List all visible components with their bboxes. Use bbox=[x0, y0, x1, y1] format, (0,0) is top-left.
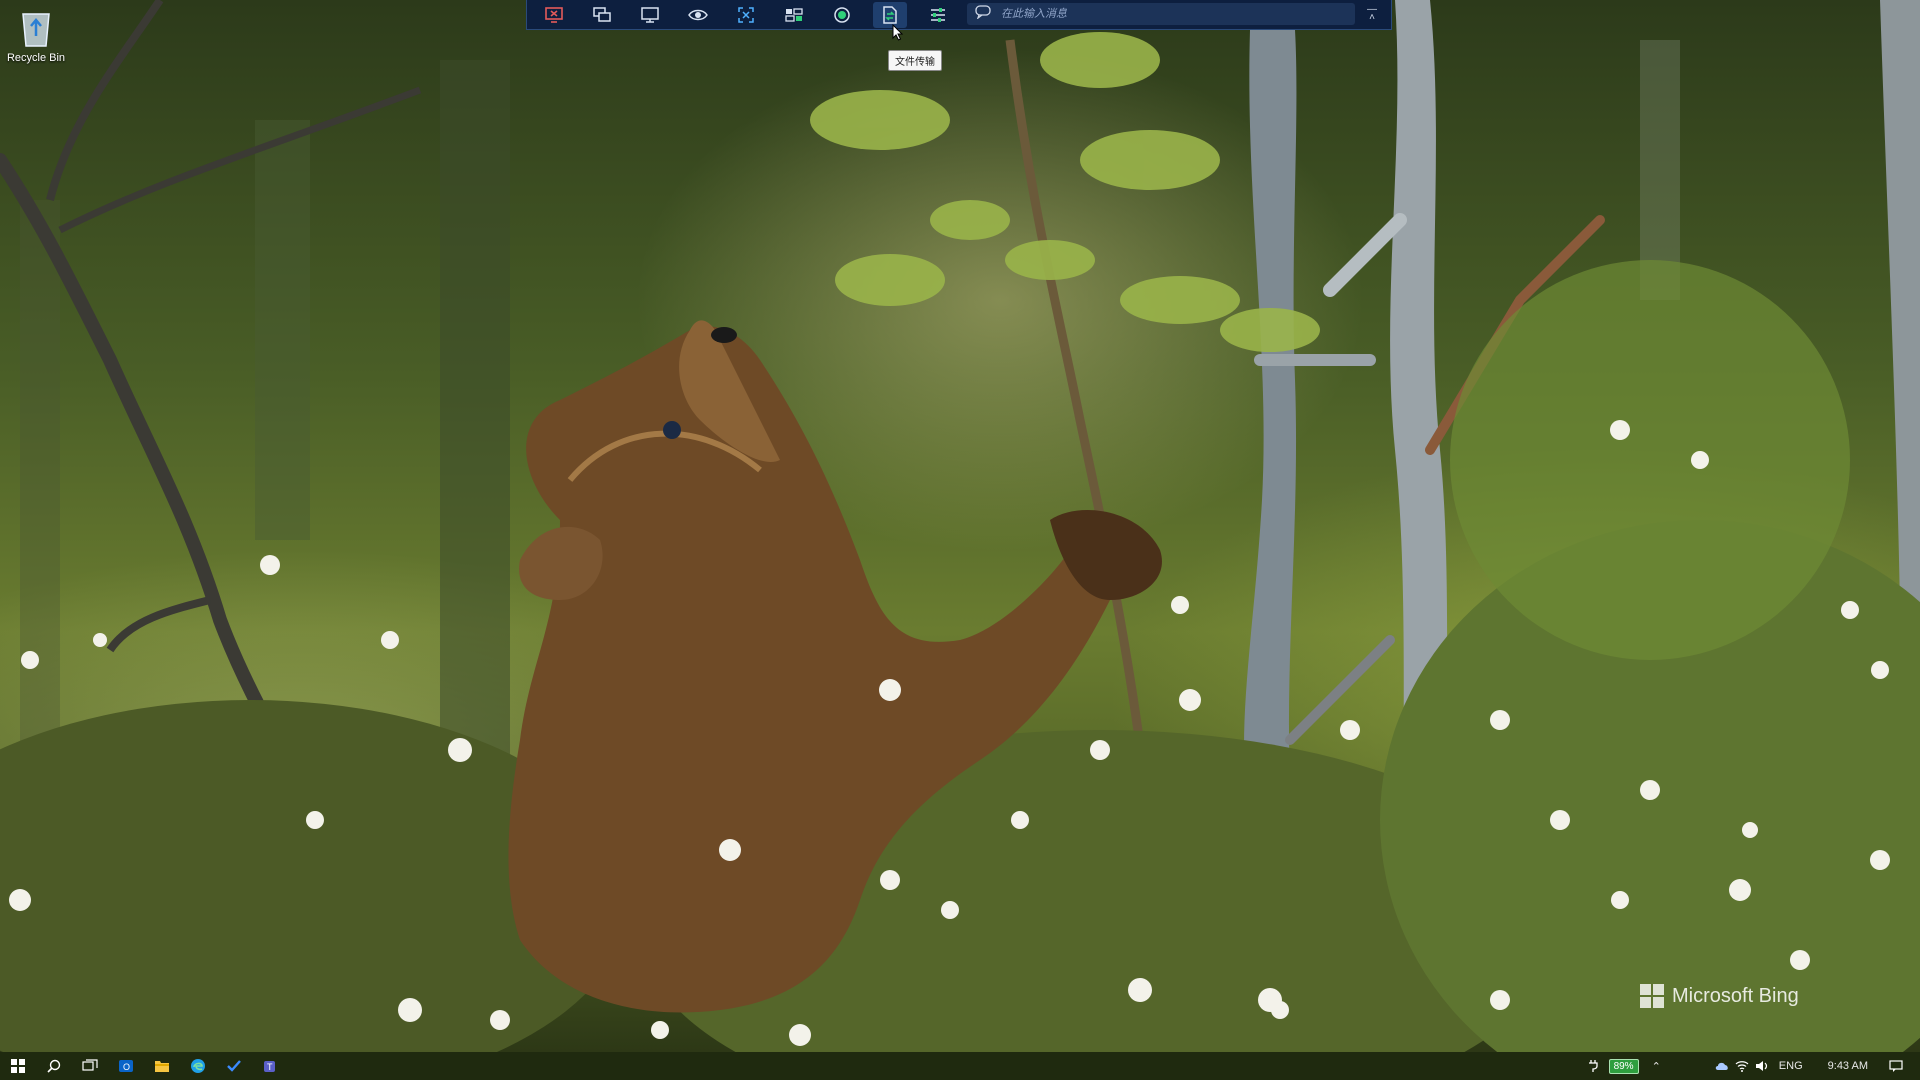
file-explorer-icon[interactable] bbox=[144, 1052, 180, 1080]
microsoft-logo-icon bbox=[1640, 984, 1664, 1008]
svg-text:T: T bbox=[267, 1062, 273, 1072]
view-mode-icon[interactable] bbox=[681, 2, 715, 28]
show-hidden-icons-icon[interactable]: ⌃ bbox=[1645, 1060, 1668, 1073]
recycle-bin-icon bbox=[19, 8, 53, 48]
desktop-wallpaper bbox=[0, 0, 1920, 1052]
fit-screen-icon[interactable] bbox=[729, 2, 763, 28]
system-tray: 89% ⌃ ENG 9:43 AM bbox=[1583, 1052, 1920, 1080]
message-input-box[interactable] bbox=[967, 3, 1355, 25]
keyboard-actions-icon[interactable] bbox=[777, 2, 811, 28]
taskbar: O T 89% ⌃ ENG 9:43 AM bbox=[0, 1052, 1920, 1080]
bing-watermark: Microsoft Bing bbox=[1640, 984, 1799, 1008]
battery-indicator[interactable]: 89% bbox=[1608, 1058, 1639, 1074]
tooltip-file-transfer: 文件传输 bbox=[888, 50, 942, 71]
message-input[interactable] bbox=[999, 7, 1343, 21]
chat-icon bbox=[975, 4, 991, 24]
display-icon[interactable] bbox=[633, 2, 667, 28]
record-icon[interactable] bbox=[825, 2, 859, 28]
notifications-icon[interactable] bbox=[1886, 1060, 1920, 1072]
clock[interactable]: 9:43 AM bbox=[1810, 1060, 1886, 1072]
bing-watermark-text: Microsoft Bing bbox=[1672, 984, 1799, 1007]
collapse-arrows-icon[interactable]: — ˄ bbox=[1365, 2, 1379, 26]
search-icon[interactable] bbox=[36, 1052, 72, 1080]
settings-sliders-icon[interactable] bbox=[921, 2, 955, 28]
edge-icon[interactable] bbox=[180, 1052, 216, 1080]
task-view-icon[interactable] bbox=[72, 1052, 108, 1080]
power-plug-icon[interactable] bbox=[1583, 1060, 1603, 1072]
onedrive-icon[interactable] bbox=[1712, 1061, 1732, 1071]
wifi-icon[interactable] bbox=[1732, 1060, 1752, 1072]
start-windows-icon[interactable] bbox=[0, 1052, 36, 1080]
language-indicator[interactable]: ENG bbox=[1772, 1060, 1810, 1072]
desktop-icon-recycle-bin[interactable]: Recycle Bin bbox=[6, 8, 66, 64]
svg-text:O: O bbox=[123, 1062, 130, 1072]
switch-screens-icon[interactable] bbox=[585, 2, 619, 28]
disconnect-monitor-icon[interactable] bbox=[537, 2, 571, 28]
todo-check-icon[interactable] bbox=[216, 1052, 252, 1080]
teams-icon[interactable]: T bbox=[252, 1052, 288, 1080]
remote-control-toolbar: —˄ bbox=[526, 0, 1392, 30]
outlook-icon[interactable]: O bbox=[108, 1052, 144, 1080]
wallpaper-scene bbox=[0, 0, 1920, 1052]
volume-icon[interactable] bbox=[1752, 1060, 1772, 1072]
mouse-cursor-icon bbox=[892, 23, 904, 47]
desktop-icon-label: Recycle Bin bbox=[6, 52, 66, 64]
